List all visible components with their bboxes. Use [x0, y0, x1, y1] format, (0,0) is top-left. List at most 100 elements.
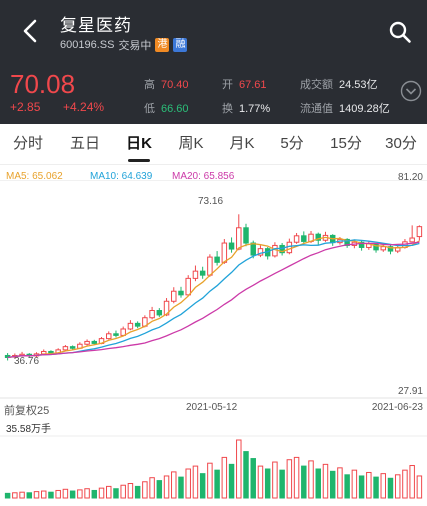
candle-body [69, 346, 76, 349]
volume-bar [286, 459, 293, 499]
volume-bar [293, 456, 300, 499]
candle-body [84, 340, 90, 345]
volume-bar [301, 465, 307, 499]
volume-bar [91, 489, 98, 499]
volume-bar [98, 487, 105, 499]
volume-bar [48, 491, 54, 499]
float-value-stat: 流通值 1409.28亿 [300, 103, 390, 115]
candle-body [409, 237, 415, 243]
candle-body [228, 242, 235, 250]
stock-subtitle: 600196.SS 交易中 港 融 [60, 37, 188, 53]
volume-bar [192, 465, 199, 499]
volume-bar [171, 471, 177, 499]
ma5-line [7, 236, 420, 359]
low-stat: 低 66.60 [144, 103, 189, 115]
volume-label: 35.58万手 [6, 424, 52, 435]
y-axis-min: 27.91 [397, 386, 423, 397]
volume-bar [380, 473, 387, 499]
volume-bar [272, 461, 278, 499]
candle-body [185, 277, 191, 296]
candle-body [171, 290, 177, 302]
volume-bar [394, 474, 401, 499]
volume-bar [185, 468, 191, 499]
volume-bar [221, 456, 228, 499]
volume-bar [308, 460, 314, 499]
volume-bar [12, 492, 18, 499]
volume-bar [329, 470, 336, 499]
volume-bar [120, 484, 126, 499]
back-arrow-icon[interactable] [18, 18, 44, 44]
volume-bar [416, 475, 423, 499]
volume-bar [142, 481, 148, 499]
volume-bar [62, 488, 69, 499]
expand-chevron-icon[interactable] [400, 80, 422, 102]
candle-body [134, 322, 141, 327]
volume-bar [228, 463, 235, 499]
tab-5day[interactable]: 五日 [58, 124, 112, 164]
volume-bar [264, 468, 271, 499]
price-change-percent: +4.24% [63, 100, 105, 114]
hk-connect-badge: 港 [155, 38, 170, 52]
candle-body [149, 310, 155, 319]
tab-30min[interactable]: 30分 [375, 124, 427, 164]
volume-bar [250, 458, 256, 499]
tab-15min[interactable]: 15分 [318, 124, 374, 164]
candle-body [48, 350, 54, 354]
volume-bar [84, 488, 90, 499]
amount-stat: 成交额 24.53亿 [300, 79, 378, 91]
volume-bar [134, 485, 141, 499]
tab-5min[interactable]: 5分 [268, 124, 316, 164]
candle-body [106, 333, 112, 340]
x-axis-mid: 2021-05-12 [186, 402, 238, 413]
volume-bar [366, 471, 372, 499]
candle-body [127, 322, 134, 330]
volume-bar [373, 476, 379, 499]
tab-weekly-k[interactable]: 周K [165, 124, 217, 164]
margin-badge: 融 [173, 38, 188, 52]
turnover-stat: 换 1.77% [222, 103, 271, 115]
search-icon[interactable] [388, 20, 412, 44]
candle-body [286, 241, 293, 254]
candle-body [62, 346, 69, 351]
candle-body [91, 340, 98, 344]
candlestick-chart[interactable] [0, 180, 427, 506]
volume-bar [4, 492, 11, 499]
tab-monthly-k[interactable]: 月K [216, 124, 268, 164]
low-price-label: 36.76 [14, 356, 40, 367]
candle-body [380, 246, 387, 251]
candle-body [199, 270, 206, 276]
candle-body [192, 270, 199, 279]
last-price: 70.08 [10, 69, 76, 99]
volume-bar [199, 473, 206, 499]
candle-body [250, 242, 256, 256]
quote-panel: 70.08 +2.85 +4.24% 高 70.40 低 66.60 开 67.61 … [0, 62, 427, 124]
ma10-line [7, 239, 420, 359]
volume-bar [243, 451, 249, 499]
volume-bar [236, 439, 242, 499]
tab-intraday[interactable]: 分时 [0, 124, 56, 164]
volume-bar [77, 489, 83, 499]
tab-daily-k[interactable]: 日K [112, 124, 166, 164]
volume-bar [149, 477, 155, 499]
x-axis-end: 2021-06-23 [371, 402, 423, 413]
candle-body [221, 242, 228, 263]
volume-bar [40, 490, 47, 499]
volume-bar [156, 480, 163, 499]
price-change: +2.85 [10, 100, 41, 114]
candle-body [214, 256, 220, 263]
volume-bar [19, 491, 25, 499]
volume-bar [279, 469, 285, 499]
volume-bar [344, 474, 350, 499]
volume-bar [178, 476, 184, 499]
volume-bar [387, 477, 394, 499]
candle-body [236, 227, 242, 250]
period-tabs: 分时 五日 日K 周K 月K 5分 15分 30分 [0, 124, 427, 165]
volume-bar [337, 467, 343, 499]
candle-body [207, 256, 213, 276]
volume-bar [207, 462, 213, 499]
volume-bar [257, 465, 264, 499]
volume-bar [55, 489, 61, 499]
candle-body [243, 227, 249, 244]
volume-bar [106, 485, 112, 499]
volume-bar [113, 488, 119, 499]
